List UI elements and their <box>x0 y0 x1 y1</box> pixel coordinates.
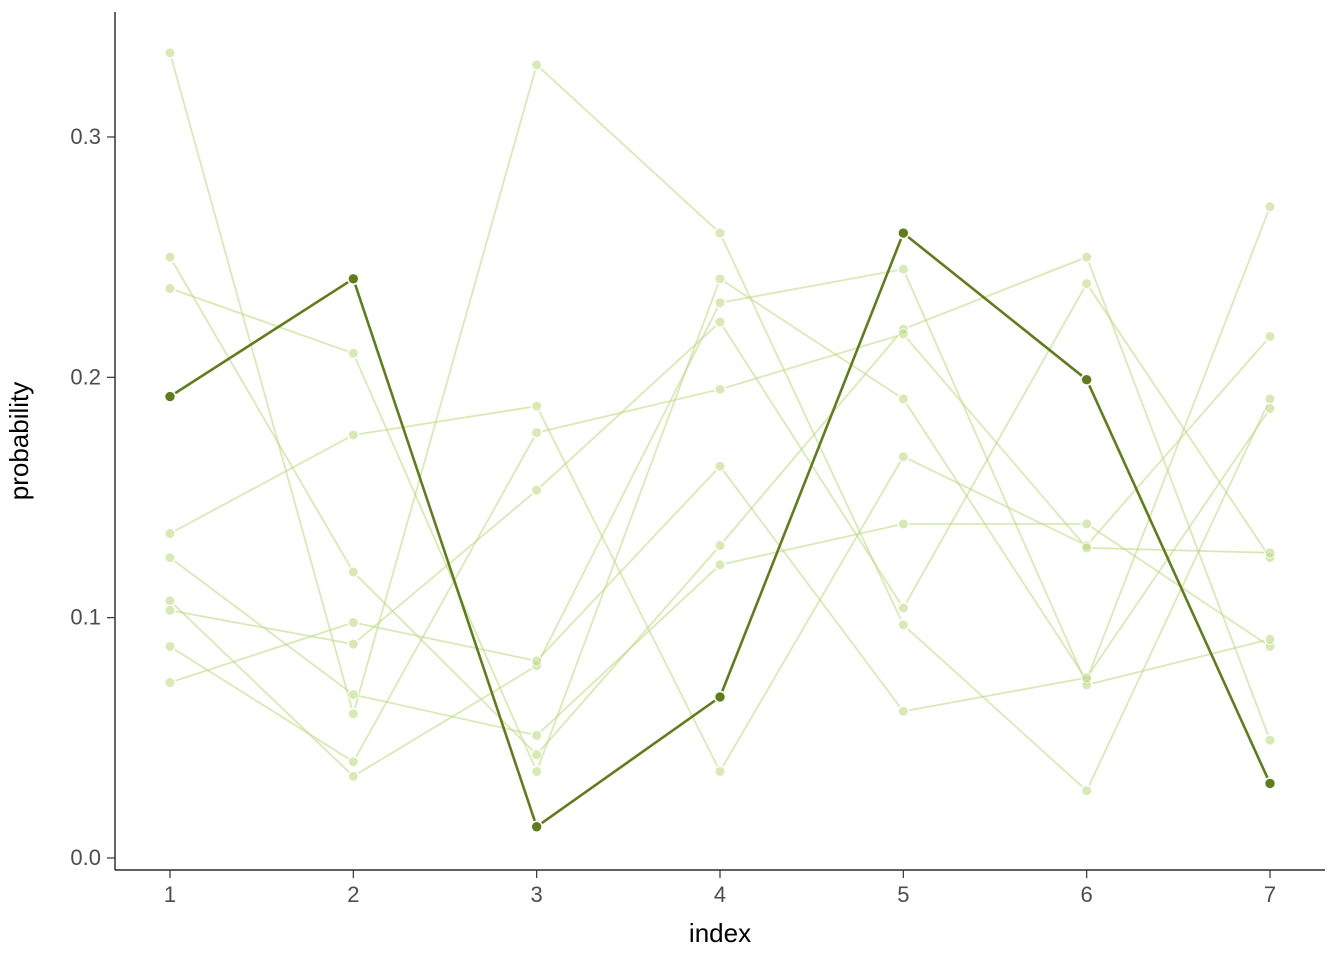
data-point <box>715 228 725 238</box>
data-point <box>1081 519 1091 529</box>
data-point <box>898 706 908 716</box>
data-point <box>531 60 541 70</box>
data-point <box>1265 403 1275 413</box>
data-point <box>715 691 726 702</box>
data-point <box>531 485 541 495</box>
data-point <box>715 317 725 327</box>
data-point <box>348 709 358 719</box>
data-point <box>1081 543 1091 553</box>
data-point <box>531 749 541 759</box>
data-point <box>898 519 908 529</box>
data-point <box>1265 201 1275 211</box>
data-point <box>531 766 541 776</box>
data-point <box>1081 374 1092 385</box>
data-point <box>348 348 358 358</box>
data-point <box>715 461 725 471</box>
data-point <box>1265 735 1275 745</box>
data-point <box>165 283 175 293</box>
data-point <box>715 298 725 308</box>
data-point <box>1265 394 1275 404</box>
data-point <box>165 641 175 651</box>
data-point <box>531 401 541 411</box>
data-point <box>1081 785 1091 795</box>
data-point <box>1081 278 1091 288</box>
data-point <box>348 771 358 781</box>
data-point <box>1265 634 1275 644</box>
x-axis-title: index <box>689 918 751 948</box>
data-point <box>348 689 358 699</box>
data-point <box>898 394 908 404</box>
data-point <box>715 560 725 570</box>
data-point <box>1265 548 1275 558</box>
data-point <box>165 605 175 615</box>
data-point <box>165 252 175 262</box>
data-point <box>165 48 175 58</box>
data-point <box>165 391 176 402</box>
y-tick-label: 0.1 <box>70 605 101 630</box>
data-point <box>531 656 541 666</box>
data-point <box>531 821 542 832</box>
data-point <box>898 329 908 339</box>
data-point <box>531 427 541 437</box>
data-point <box>898 264 908 274</box>
data-point <box>165 677 175 687</box>
line-chart: 1 2 3 4 5 6 7 0.0 0.1 0.2 0.3 index probability <box>0 0 1344 960</box>
data-point <box>165 552 175 562</box>
chart-svg: 1 2 3 4 5 6 7 0.0 0.1 0.2 0.3 index probability <box>0 0 1344 960</box>
y-tick-label: 0.2 <box>70 364 101 389</box>
x-tick-label: 1 <box>164 882 176 907</box>
data-point <box>348 567 358 577</box>
data-point <box>531 730 541 740</box>
data-point <box>165 596 175 606</box>
x-tick-label: 6 <box>1081 882 1093 907</box>
data-point <box>165 528 175 538</box>
data-point <box>348 639 358 649</box>
data-point <box>715 540 725 550</box>
data-point <box>898 603 908 613</box>
data-point <box>348 757 358 767</box>
data-point <box>715 274 725 284</box>
x-tick-label: 2 <box>347 882 359 907</box>
y-tick-label: 0.0 <box>70 845 101 870</box>
data-point <box>348 273 359 284</box>
data-point <box>1265 778 1276 789</box>
y-axis-title: probability <box>4 382 34 501</box>
x-tick-label: 3 <box>531 882 543 907</box>
x-tick-label: 5 <box>897 882 909 907</box>
data-point <box>1081 673 1091 683</box>
data-point <box>1081 252 1091 262</box>
data-point <box>715 384 725 394</box>
data-point <box>715 766 725 776</box>
data-point <box>898 620 908 630</box>
data-point <box>348 617 358 627</box>
data-point <box>348 430 358 440</box>
data-point <box>898 451 908 461</box>
data-point <box>898 228 909 239</box>
x-tick-label: 7 <box>1264 882 1276 907</box>
data-point <box>1265 331 1275 341</box>
y-tick-label: 0.3 <box>70 124 101 149</box>
x-tick-label: 4 <box>714 882 726 907</box>
